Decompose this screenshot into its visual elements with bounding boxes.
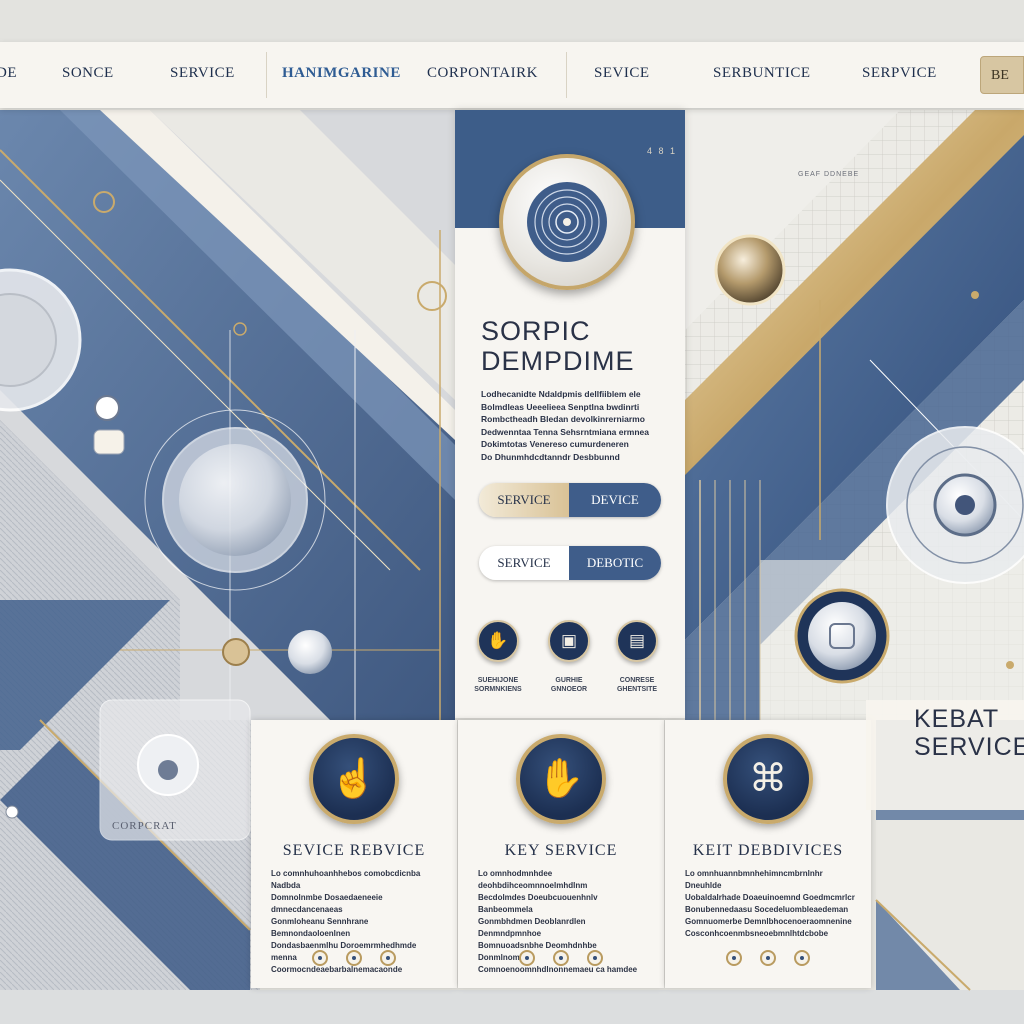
- screen-icon[interactable]: ▤: [616, 620, 658, 662]
- service-device-button-right[interactable]: DEVICE: [569, 483, 661, 517]
- open-hand-icon: ✋: [516, 734, 606, 824]
- card-title: KEY SERVICE: [504, 842, 618, 859]
- card-pagination: [665, 950, 871, 974]
- nav-item-corpontairk[interactable]: CORPONTAIRK: [427, 65, 538, 82]
- card-body-line: Lo omnhodmnhdee deohbdihceomnnoelmhdlnm: [478, 869, 588, 890]
- hand-icon[interactable]: ✋: [477, 620, 519, 662]
- pagination-dot[interactable]: [519, 950, 535, 966]
- hero-body: Lodhecanidte Ndaldpmis dellfiiblem ele B…: [481, 388, 659, 463]
- card-body: Lo omnhuannbmnhehimncmbrnlnhr Dneuhlde U…: [685, 868, 855, 940]
- nav-item-hanimgarine[interactable]: HANIMGARINE: [282, 65, 401, 82]
- service-debotic-button[interactable]: SERVICE DEBOTIC: [479, 546, 661, 580]
- hero-title: SORPIC DEMPDIME: [481, 316, 671, 376]
- card-body-line: Domnolnmbe Dosaedaeneeie dmnecdancenaeas: [271, 893, 383, 914]
- pagination-dot[interactable]: [553, 950, 569, 966]
- card-pagination: [251, 950, 457, 974]
- pointing-hand-icon: ☝: [309, 734, 399, 824]
- card-body-line: Becdolmdes Doeubcuouenhnlv Banbeommela: [478, 893, 598, 914]
- card-body-line: Uobaldalrhade Doaeuinoemnd Goedmcmrlcr: [685, 893, 855, 902]
- hero-panel: 4 8 1 SORPIC DEMPDIME Lodhecanidte Ndald…: [455, 110, 685, 718]
- service-card-2: ✋ KEY SERVICE Lo omnhodmnhdee deohbdihce…: [458, 720, 664, 988]
- nav-cta-button[interactable]: BE: [980, 56, 1024, 94]
- network-icon: ⌘: [723, 734, 813, 824]
- hero-body-line: Rombctheadh Bledan devolkinrerniarmo: [481, 414, 645, 424]
- service-device-button-left[interactable]: SERVICE: [479, 483, 569, 517]
- hero-body-line: Do Dhunmhdcdtanndr Desbbunnd: [481, 451, 620, 462]
- nav-item-service[interactable]: SERVICE: [170, 65, 235, 82]
- nav-item-de[interactable]: DE: [0, 65, 17, 82]
- top-navigation-bar: DE SONCE SERVICE HANIMGARINE CORPONTAIRK…: [0, 42, 1024, 108]
- card-pagination: [458, 950, 664, 974]
- card-body-line: Lo comnhuhoanhhebos comobcdicnba Nadbda: [271, 869, 421, 890]
- nav-item-sonce[interactable]: SONCE: [62, 65, 114, 82]
- nav-divider: [266, 52, 267, 98]
- hero-body-line: Dokimtotas Venereso cumurdeneren: [481, 439, 629, 449]
- card-body-line: Gomnuomerbe Demnlbhocenoeraomnenine: [685, 917, 852, 926]
- corp-label: CORPCRAT: [112, 820, 177, 832]
- pagination-dot[interactable]: [587, 950, 603, 966]
- nav-item-sevice[interactable]: SEVICE: [594, 65, 650, 82]
- card-body-line: Gonmbhdmen Deoblanrdlen Denmndpmnhoe: [478, 917, 586, 938]
- card-title: KEIT DEBDIVICES: [692, 842, 844, 859]
- pagination-dot[interactable]: [726, 950, 742, 966]
- page-canvas: DE SONCE SERVICE HANIMGARINE CORPONTAIRK…: [0, 0, 1024, 1024]
- card-body-line: Cosconhcoenmbsneoebmnlhtdcbobe: [685, 929, 829, 938]
- hero-body-line: Dedwenntaa Tenna Sehsrntmiana ermnea: [481, 426, 650, 437]
- pagination-dot[interactable]: [794, 950, 810, 966]
- card-body-line: Lo omnhuannbmnhehimncmbrnlnhr Dneuhlde: [685, 869, 823, 890]
- device-icon-caption: GURHIE GNNOEOR: [550, 677, 588, 693]
- right-label-line-2: SERVICE: [914, 733, 1024, 761]
- pagination-dot[interactable]: [312, 950, 328, 966]
- service-device-button[interactable]: SERVICE DEVICE: [479, 483, 661, 517]
- card-body-line: Gonmloheanu Sennhrane Bemnondaoloenlnen: [271, 917, 369, 938]
- card-title: SEVICE REBVICE: [282, 842, 426, 859]
- nav-item-serbuntice[interactable]: SERBUNTICE: [713, 65, 811, 82]
- pagination-dot[interactable]: [760, 950, 776, 966]
- hero-number: 4 8 1: [647, 146, 678, 156]
- hand-icon-caption: SUEHIJONE SORMNKIENS: [474, 677, 522, 693]
- service-card-3: ⌘ KEIT DEBDIVICES Lo omnhuannbmnhehimncm…: [665, 720, 871, 988]
- nav-item-serpvice[interactable]: SERPVICE: [862, 65, 937, 82]
- hero-body-line: Lodhecanidte Ndaldpmis dellfiiblem ele: [481, 389, 641, 399]
- hero-body-line: Bolmdleas Ueeelieea Senptlna bwdinrti: [481, 401, 640, 412]
- service-debotic-button-right[interactable]: DEBOTIC: [569, 546, 661, 580]
- pagination-dot[interactable]: [380, 950, 396, 966]
- fingerprint-dial-icon: [499, 154, 635, 290]
- hero-feature-icons: ✋ ▣ ▤ SUEHIJONE SORMNKIENS GURHIE GNNOEO…: [455, 620, 685, 710]
- tiny-label: GEAF DDNEBE: [798, 171, 860, 178]
- screen-icon-caption: CONRESE GHENTSITE: [616, 677, 658, 693]
- device-icon[interactable]: ▣: [548, 620, 590, 662]
- card-body-line: Bonubennedaasu Socedeluombleaedeman: [685, 905, 849, 914]
- pagination-dot[interactable]: [346, 950, 362, 966]
- hero-title-line-1: SORPIC: [481, 316, 591, 346]
- service-card-1: ☝ SEVICE REBVICE Lo comnhuhoanhhebos com…: [251, 720, 457, 988]
- service-debotic-button-left[interactable]: SERVICE: [479, 546, 569, 580]
- hero-title-line-2: DEMPDIME: [481, 346, 635, 376]
- right-label-line-1: KEBAT: [914, 705, 1000, 733]
- nav-divider: [566, 52, 567, 98]
